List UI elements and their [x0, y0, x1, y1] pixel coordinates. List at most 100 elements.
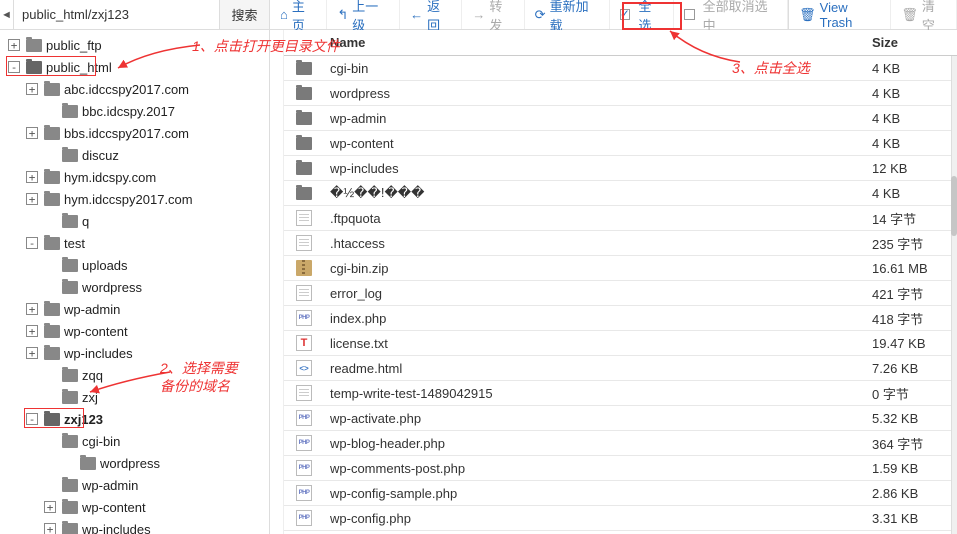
tree-item[interactable]: +bbs.idccspy2017.com — [0, 122, 269, 144]
folder-icon — [62, 435, 78, 448]
table-row[interactable]: temp-write-test-14890429150 字节 — [284, 381, 957, 406]
col-size[interactable]: Size — [872, 35, 957, 50]
up-button[interactable]: ↰上一级 — [327, 0, 400, 29]
tree-label: wp-admin — [64, 302, 120, 317]
expander-blank — [44, 149, 56, 161]
expander-blank — [44, 105, 56, 117]
expand-icon[interactable]: + — [26, 171, 38, 183]
scrollbar-thumb[interactable] — [951, 176, 957, 236]
tree-item[interactable]: +hym.idcspy.com — [0, 166, 269, 188]
forward-button[interactable]: →转发 — [462, 0, 524, 29]
folder-icon — [62, 479, 78, 492]
table-row[interactable]: wp-config-sample.php2.86 KB — [284, 481, 957, 506]
path-input[interactable] — [14, 0, 219, 29]
tree-item[interactable]: wordpress — [0, 452, 269, 474]
table-row[interactable]: cgi-bin.zip16.61 MB — [284, 256, 957, 281]
expand-icon[interactable]: + — [26, 325, 38, 337]
tree-item[interactable]: +public_ftp — [0, 34, 269, 56]
file-name: wp-config.php — [324, 511, 872, 526]
collapse-icon[interactable]: - — [8, 61, 20, 73]
table-row[interactable]: wp-comments-post.php1.59 KB — [284, 456, 957, 481]
folder-icon — [44, 303, 60, 316]
table-row[interactable]: wordpress4 KB — [284, 81, 957, 106]
folder-tree[interactable]: +public_ftp-public_html+abc.idccspy2017.… — [0, 30, 269, 534]
col-name[interactable]: Name — [324, 35, 872, 50]
tree-item[interactable]: bbc.idcspy.2017 — [0, 100, 269, 122]
collapse-icon[interactable]: - — [26, 413, 38, 425]
tree-item[interactable]: +abc.idccspy2017.com — [0, 78, 269, 100]
txt-icon — [296, 335, 312, 351]
tree-item[interactable]: q — [0, 210, 269, 232]
table-row[interactable]: wp-activate.php5.32 KB — [284, 406, 957, 431]
table-row[interactable]: �½��!���4 KB — [284, 181, 957, 206]
tree-item[interactable]: -test — [0, 232, 269, 254]
collapse-icon[interactable]: ◄ — [0, 0, 14, 29]
expand-icon[interactable]: + — [44, 523, 56, 534]
view-trash-button[interactable]: 🗑View Trash — [789, 0, 891, 29]
file-name: cgi-bin — [324, 61, 872, 76]
tree-label: zqq — [82, 368, 103, 383]
gutter — [270, 30, 284, 534]
file-name: index.php — [324, 311, 872, 326]
expander-blank — [44, 215, 56, 227]
file-name: temp-write-test-1489042915 — [324, 386, 872, 401]
table-row[interactable]: license.txt19.47 KB — [284, 331, 957, 356]
tree-item[interactable]: -public_html — [0, 56, 269, 78]
php-icon — [296, 410, 312, 426]
tree-item[interactable]: +wp-includes — [0, 518, 269, 534]
tree-item[interactable]: zxj — [0, 386, 269, 408]
table-row[interactable]: error_log421 字节 — [284, 281, 957, 306]
table-row[interactable]: wp-admin4 KB — [284, 106, 957, 131]
tree-label: wp-content — [82, 500, 146, 515]
table-row[interactable]: wp-blog-header.php364 字节 — [284, 431, 957, 456]
folder-icon — [44, 171, 60, 184]
tree-item[interactable]: -zxj123 — [0, 408, 269, 430]
table-row[interactable]: .ftpquota14 字节 — [284, 206, 957, 231]
tree-item[interactable]: + wp-admin — [0, 298, 269, 320]
expand-icon[interactable]: + — [26, 347, 38, 359]
table-row[interactable]: wp-includes12 KB — [284, 156, 957, 181]
file-name: wp-activate.php — [324, 411, 872, 426]
file-name: wp-includes — [324, 161, 872, 176]
table-row[interactable]: wp-config.php3.31 KB — [284, 506, 957, 531]
tree-item[interactable]: +hym.idccspy2017.com — [0, 188, 269, 210]
folder-icon — [296, 137, 312, 150]
folder-icon — [62, 149, 78, 162]
table-row[interactable]: wp-content4 KB — [284, 131, 957, 156]
tree-item[interactable]: uploads — [0, 254, 269, 276]
home-button[interactable]: ⌂主页 — [270, 0, 327, 29]
expand-icon[interactable]: + — [26, 193, 38, 205]
expand-icon[interactable]: + — [26, 83, 38, 95]
table-row[interactable]: .htaccess235 字节 — [284, 231, 957, 256]
table-row[interactable]: index.php418 字节 — [284, 306, 957, 331]
collapse-icon[interactable]: - — [26, 237, 38, 249]
tree-item[interactable]: + wp-content — [0, 496, 269, 518]
table-row[interactable]: cgi-bin4 KB — [284, 56, 957, 81]
tree-item[interactable]: discuz — [0, 144, 269, 166]
tree-item[interactable]: +wp-includes — [0, 342, 269, 364]
expand-icon[interactable]: + — [44, 501, 56, 513]
tree-item[interactable]: wordpress — [0, 276, 269, 298]
tree-item[interactable]: zqq — [0, 364, 269, 386]
expand-icon[interactable]: + — [8, 39, 20, 51]
select-all-button[interactable]: 全选 — [610, 0, 674, 29]
back-button[interactable]: ←返回 — [400, 0, 462, 29]
folder-icon — [296, 162, 312, 175]
tree-item[interactable]: cgi-bin — [0, 430, 269, 452]
php-icon — [296, 510, 312, 526]
unselect-all-button[interactable]: 全部取消选中 — [674, 0, 788, 29]
back-icon: ← — [410, 7, 423, 22]
expand-icon[interactable]: + — [26, 303, 38, 315]
tree-item[interactable]: +wp-content — [0, 320, 269, 342]
folder-icon — [26, 61, 42, 74]
search-button[interactable]: 搜索 — [219, 0, 269, 29]
scrollbar-track[interactable] — [951, 56, 957, 534]
file-name: .htaccess — [324, 236, 872, 251]
php-icon — [296, 435, 312, 451]
tree-item[interactable]: wp-admin — [0, 474, 269, 496]
expand-icon[interactable]: + — [26, 127, 38, 139]
table-row[interactable]: readme.html7.26 KB — [284, 356, 957, 381]
tree-label: zxj — [82, 390, 98, 405]
reload-button[interactable]: ⟳重新加载 — [525, 0, 610, 29]
empty-trash-button[interactable]: 🗑清空 — [891, 0, 957, 29]
